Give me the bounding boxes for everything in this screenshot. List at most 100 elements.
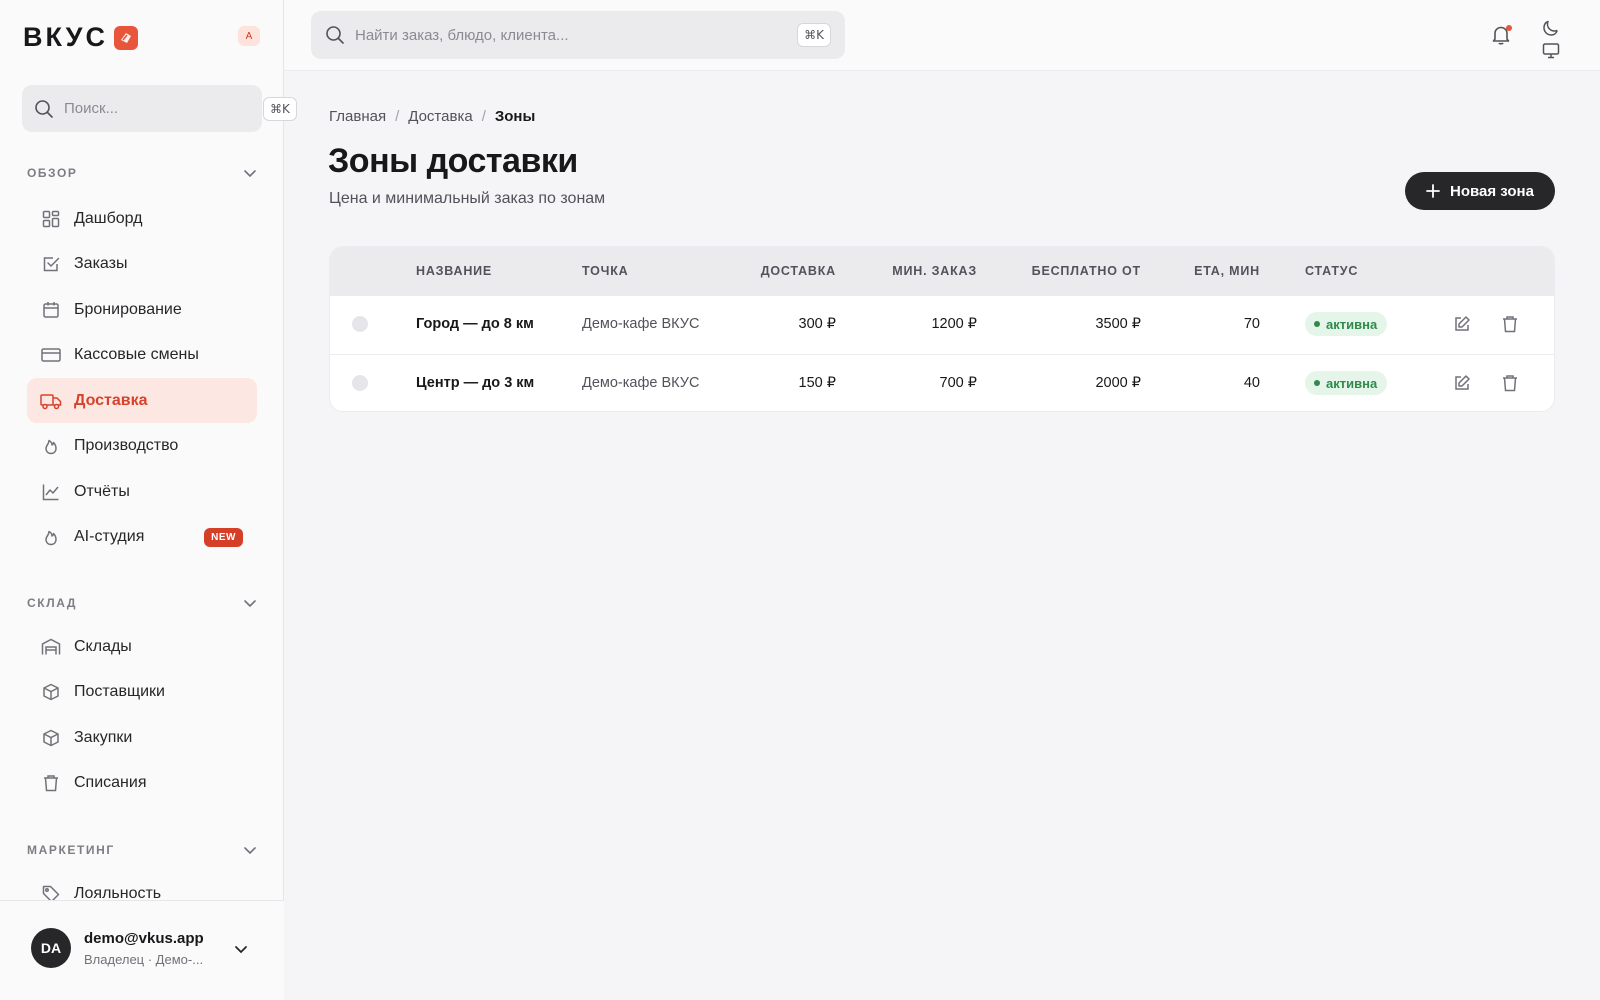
sidebar-item-booking[interactable]: Бронирование: [27, 287, 257, 332]
chevron-down-icon[interactable]: [243, 166, 257, 180]
chart-line-icon: [40, 481, 62, 503]
status-text: активна: [1326, 316, 1378, 332]
sidebar-item-warehouses[interactable]: Склады: [27, 624, 257, 669]
zones-table: НАЗВАНИЕ ТОЧКА ДОСТАВКА МИН. ЗАКАЗ БЕСПЛ…: [329, 246, 1555, 412]
sidebar-item-write-offs[interactable]: Списания: [27, 761, 257, 806]
status-dot: [1314, 321, 1320, 327]
column-min-order[interactable]: МИН. ЗАКАЗ: [892, 264, 977, 278]
sidebar-item-dashboard[interactable]: Дашборд: [27, 196, 257, 241]
column-free-from[interactable]: БЕСПЛАТНО ОТ: [1032, 264, 1141, 278]
section-warehouse-title: СКЛАД: [27, 596, 78, 610]
sidebar-item-production[interactable]: Производство: [27, 424, 257, 469]
sidebar-item-suppliers[interactable]: Поставщики: [27, 670, 257, 715]
sidebar-item-label: Доставка: [74, 391, 148, 409]
box-icon: [40, 681, 62, 703]
trash-icon: [40, 772, 62, 794]
topbar: ⌘K: [284, 0, 1600, 71]
check-square-icon: [40, 253, 62, 275]
zone-delivery-price: 150 ₽: [798, 375, 836, 391]
status-badge: активна: [1305, 312, 1388, 336]
sidebar-search[interactable]: ⌘K: [22, 85, 297, 132]
brand-name: ВКУС: [23, 22, 108, 52]
column-name[interactable]: НАЗВАНИЕ: [416, 264, 492, 278]
breadcrumb-home[interactable]: Главная: [329, 108, 386, 125]
edit-icon[interactable]: [1453, 315, 1471, 333]
row-select-radio[interactable]: [352, 375, 368, 391]
zone-delivery-price: 300 ₽: [798, 316, 836, 332]
table-row[interactable]: Город — до 8 км Демо-кафе ВКУС 300 ₽ 120…: [330, 295, 1554, 353]
search-icon: [34, 99, 54, 119]
flame-icon: [40, 435, 62, 457]
user-menu[interactable]: DA demo@vkus.app Владелец · Демо-...: [0, 900, 284, 1000]
card-icon: [40, 344, 62, 366]
user-email: demo@vkus.app: [84, 930, 204, 947]
row-select-radio[interactable]: [352, 316, 368, 332]
sidebar-item-label: Дашборд: [74, 209, 143, 227]
sidebar-item-purchases[interactable]: Закупки: [27, 715, 257, 760]
new-zone-label: Новая зона: [1450, 182, 1534, 200]
brand-logo[interactable]: ВКУС: [23, 22, 138, 53]
chevron-down-icon[interactable]: [233, 941, 249, 957]
zone-min-order: 700 ₽: [939, 375, 977, 391]
zone-point: Демо-кафе ВКУС: [582, 375, 700, 391]
global-search-input[interactable]: [355, 26, 798, 44]
status-text: активна: [1326, 375, 1378, 391]
plus-icon: [1426, 184, 1440, 198]
truck-icon: [40, 390, 62, 412]
sidebar-item-ai-studio[interactable]: AI-студия NEW: [27, 515, 257, 560]
zone-min-order: 1200 ₽: [931, 316, 977, 332]
calendar-icon: [40, 299, 62, 321]
column-eta[interactable]: ETA, МИН: [1194, 264, 1260, 278]
sidebar-item-label: Кассовые смены: [74, 346, 199, 363]
sidebar-item-orders[interactable]: Заказы: [27, 242, 257, 287]
breadcrumb-separator: /: [395, 108, 400, 125]
sidebar-item-label: Поставщики: [74, 683, 165, 700]
trash-icon[interactable]: [1501, 374, 1519, 392]
monitor-icon[interactable]: [1542, 42, 1560, 60]
zone-eta: 70: [1243, 316, 1260, 332]
chevron-down-icon[interactable]: [243, 843, 257, 857]
new-zone-button[interactable]: Новая зона: [1405, 172, 1555, 210]
sidebar-item-label: Производство: [74, 437, 179, 454]
column-status[interactable]: СТАТУС: [1305, 264, 1358, 278]
table-row[interactable]: Центр — до 3 км Демо-кафе ВКУС 150 ₽ 700…: [330, 354, 1554, 411]
zone-free-from: 3500 ₽: [1095, 316, 1141, 332]
user-role: Владелец · Демо-...: [84, 952, 204, 967]
breadcrumb: Главная / Доставка / Зоны: [329, 108, 535, 125]
breadcrumb-current: Зоны: [494, 108, 536, 125]
sidebar-item-label: Закупки: [74, 728, 133, 746]
new-badge: NEW: [204, 527, 243, 547]
sidebar-item-label: Заказы: [74, 255, 128, 272]
page-title: Зоны доставки: [328, 142, 578, 180]
grid-icon: [40, 208, 62, 230]
section-overview[interactable]: ОБЗОР: [27, 166, 257, 180]
sidebar-search-input[interactable]: [64, 100, 263, 117]
edit-icon[interactable]: [1453, 374, 1471, 392]
nav-warehouse: Склады Поставщики Закупки Списания: [27, 624, 257, 806]
sidebar-item-reports[interactable]: Отчёты: [27, 469, 257, 514]
table-header: НАЗВАНИЕ ТОЧКА ДОСТАВКА МИН. ЗАКАЗ БЕСПЛ…: [330, 247, 1554, 295]
sidebar-item-cash-shifts[interactable]: Кассовые смены: [27, 333, 257, 378]
zone-free-from: 2000 ₽: [1095, 375, 1141, 391]
warehouse-icon: [40, 636, 62, 658]
chevron-down-icon[interactable]: [243, 596, 257, 610]
column-delivery[interactable]: ДОСТАВКА: [761, 264, 836, 278]
zone-point: Демо-кафе ВКУС: [582, 316, 700, 332]
zone-eta: 40: [1243, 375, 1260, 391]
brand-mark-icon: [113, 25, 138, 50]
global-search[interactable]: ⌘K: [311, 11, 845, 59]
moon-icon[interactable]: [1542, 19, 1560, 37]
section-marketing-title: МАРКЕТИНГ: [27, 843, 115, 857]
language-badge[interactable]: A: [238, 26, 260, 46]
zone-name: Город — до 8 км: [416, 316, 534, 332]
avatar: DA: [31, 928, 71, 968]
sidebar-item-delivery[interactable]: Доставка: [27, 378, 257, 423]
section-warehouse[interactable]: СКЛАД: [27, 596, 257, 610]
breadcrumb-delivery[interactable]: Доставка: [408, 108, 472, 125]
trash-icon[interactable]: [1501, 315, 1519, 333]
column-point[interactable]: ТОЧКА: [582, 264, 629, 278]
flame-icon: [40, 526, 62, 548]
box-icon: [40, 727, 62, 749]
section-marketing[interactable]: МАРКЕТИНГ: [27, 843, 257, 857]
sidebar: ВКУС A ⌘K ОБЗОР Дашборд Заказы Бронирова…: [0, 0, 297, 1000]
